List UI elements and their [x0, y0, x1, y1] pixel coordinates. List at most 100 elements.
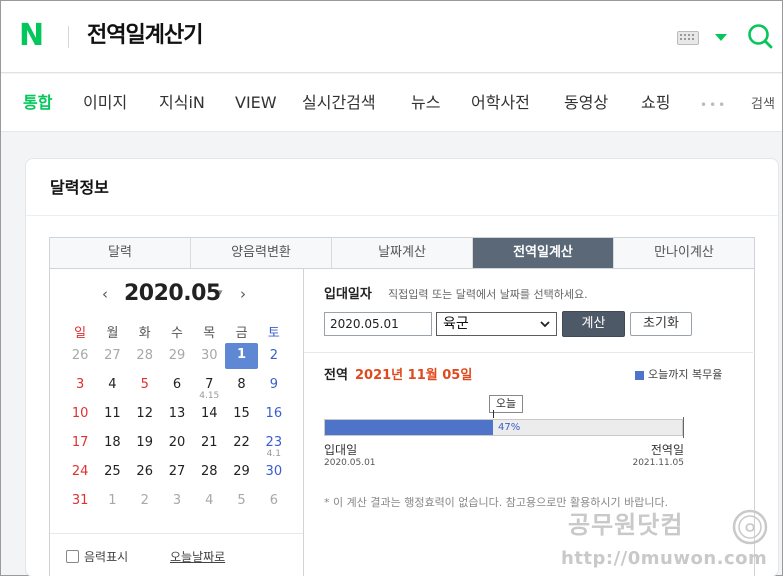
day-number: 2 [269, 348, 278, 363]
calendar-day[interactable]: 27 [96, 346, 128, 375]
calendar-day[interactable]: 31 [64, 491, 96, 520]
calendar-day[interactable]: 2 [129, 491, 161, 520]
calendar-header: ‹ 2020.05 ▾ › [50, 269, 303, 319]
discharge-calculator: 입대일자 직접입력 또는 달력에서 날짜를 선택하세요. 2020.05.01 … [304, 269, 755, 576]
nav-tab-shopping[interactable]: 쇼핑 [641, 92, 670, 114]
calendar-day[interactable]: 26 [129, 462, 161, 491]
calendar-day[interactable]: 19 [129, 433, 161, 462]
calendar-day[interactable]: 26 [64, 346, 96, 375]
calendar-day[interactable]: 11 [96, 404, 128, 433]
calendar-day[interactable]: 5 [129, 375, 161, 404]
weekday-label: 일 [74, 326, 87, 341]
calendar-day[interactable]: 17 [64, 433, 96, 462]
progress-end-label: 전역일 [650, 443, 684, 457]
calendar-day[interactable]: 7 4.15 [193, 375, 225, 404]
tab-date-calc[interactable]: 날짜계산 [332, 238, 473, 268]
calendar-day[interactable]: 5 [225, 491, 257, 520]
nav-tab-search-options[interactable]: 검색 [751, 94, 775, 116]
calendar-day[interactable]: 25 [96, 462, 128, 491]
nav-tab-images[interactable]: 이미지 [83, 92, 127, 114]
calendar-day[interactable]: 2 [258, 346, 290, 375]
calendar-footer: 음력표시 오늘날짜로 [50, 533, 303, 576]
calendar-day[interactable]: 3 [64, 375, 96, 404]
selected-day[interactable]: 1 [225, 343, 258, 369]
calendar-day[interactable]: 6 [161, 375, 193, 404]
day-number: 8 [237, 377, 246, 392]
calendar-day[interactable]: 28 [129, 346, 161, 375]
calendar-day[interactable]: 18 [96, 433, 128, 462]
calendar-day[interactable]: 8 [225, 375, 257, 404]
search-icon[interactable] [747, 23, 773, 49]
day-number: 3 [172, 493, 182, 508]
nav-tab-view[interactable]: VIEW [235, 92, 277, 114]
day-number: 27 [104, 348, 121, 363]
logo-divider [68, 26, 69, 48]
lunar-checkbox[interactable] [66, 550, 79, 563]
weekday-label: 화 [138, 326, 151, 341]
calendar-day[interactable]: 30 [258, 462, 290, 491]
month-dropdown-icon[interactable]: ▾ [218, 288, 223, 298]
calculate-button[interactable]: 계산 [562, 311, 625, 337]
today-marker: 오늘 [489, 395, 523, 413]
tab-age-calc[interactable]: 만나이계산 [614, 238, 754, 268]
weekday-label: 토 [267, 326, 280, 341]
calendar-day[interactable]: 29 [225, 462, 257, 491]
tab-calendar[interactable]: 달력 [50, 238, 191, 268]
calendar-day[interactable]: 22 [225, 433, 257, 462]
calendar-day[interactable]: 23 4.1 [258, 433, 290, 462]
calendar-day[interactable]: 27 [161, 462, 193, 491]
more-icon[interactable]: ••• [700, 98, 727, 112]
calendar-day[interactable]: 12 [129, 404, 161, 433]
calendar-day[interactable]: 20 [161, 433, 193, 462]
calendar-day[interactable]: 6 [258, 491, 290, 520]
service-progress-fill [325, 420, 493, 435]
keyboard-icon[interactable] [677, 31, 699, 45]
nav-tab-dictionary[interactable]: 어학사전 [471, 92, 530, 114]
calendar-day[interactable]: 10 [64, 404, 96, 433]
calendar-day[interactable]: 24 [64, 462, 96, 491]
week-row: 26 27 28 29 30 1 2 [64, 343, 290, 375]
search-tabs: 통합 이미지 지식iN VIEW 실시간검색 뉴스 어학사전 동영상 쇼핑 ••… [1, 74, 782, 132]
calendar-day[interactable]: 3 [161, 491, 193, 520]
tab-solar-lunar[interactable]: 양음력변환 [191, 238, 332, 268]
calendar-month[interactable]: 2020.05 [124, 281, 221, 307]
calendar-day[interactable]: 9 [258, 375, 290, 404]
calendar-day[interactable]: 28 [193, 462, 225, 491]
day-number: 1 [237, 347, 247, 362]
calendar-day[interactable]: 29 [161, 346, 193, 375]
nav-tab-integrated[interactable]: 통합 [23, 92, 52, 114]
watermark-url: http://0muwon.com [561, 548, 768, 569]
calendar-day[interactable]: 15 [225, 404, 257, 433]
calendar-day[interactable]: 21 [193, 433, 225, 462]
today-link[interactable]: 오늘날짜로 [170, 548, 225, 565]
tab-discharge-calc[interactable]: 전역일계산 [473, 238, 614, 268]
nav-tab-video[interactable]: 동영상 [564, 92, 608, 114]
calendar-day[interactable]: 16 [258, 404, 290, 433]
calendar-day[interactable]: 13 [161, 404, 193, 433]
calendar-day[interactable]: 4 [193, 491, 225, 520]
nav-tab-knowledge[interactable]: 지식iN [159, 92, 205, 114]
day-number: 18 [104, 435, 121, 450]
calendar-day[interactable]: 4 [96, 375, 128, 404]
reset-button[interactable]: 초기화 [630, 312, 692, 336]
calendar-grid: 일월화수목금토 26 27 28 29 30 1 2 3 4 5 6 7 4.15 8 9 10 11 12 13 1… [64, 324, 290, 520]
chevron-down-icon[interactable] [715, 34, 727, 41]
day-number: 15 [233, 406, 250, 421]
search-query[interactable]: 전역일계산기 [87, 23, 203, 49]
day-number: 30 [265, 464, 283, 479]
next-month-icon[interactable]: › [240, 285, 246, 303]
lunar-checkbox-label[interactable]: 음력표시 [84, 548, 128, 565]
nav-tab-news[interactable]: 뉴스 [411, 92, 440, 114]
calendar-day[interactable]: 1 [96, 491, 128, 520]
prev-month-icon[interactable]: ‹ [102, 285, 108, 303]
naver-logo[interactable]: N [19, 21, 49, 51]
watermark-text: 공무원닷컴 [568, 511, 684, 539]
calendar-day[interactable]: 14 [193, 404, 225, 433]
day-number: 5 [140, 377, 149, 392]
enlist-date-input[interactable]: 2020.05.01 [324, 312, 432, 336]
legend-label: 오늘까지 복무율 [648, 368, 723, 381]
branch-select[interactable]: 육군 [436, 312, 557, 336]
calendar-day[interactable]: 30 [193, 346, 225, 375]
week-row: 10 11 12 13 14 15 16 [64, 404, 290, 433]
nav-tab-realtime[interactable]: 실시간검색 [302, 92, 376, 114]
